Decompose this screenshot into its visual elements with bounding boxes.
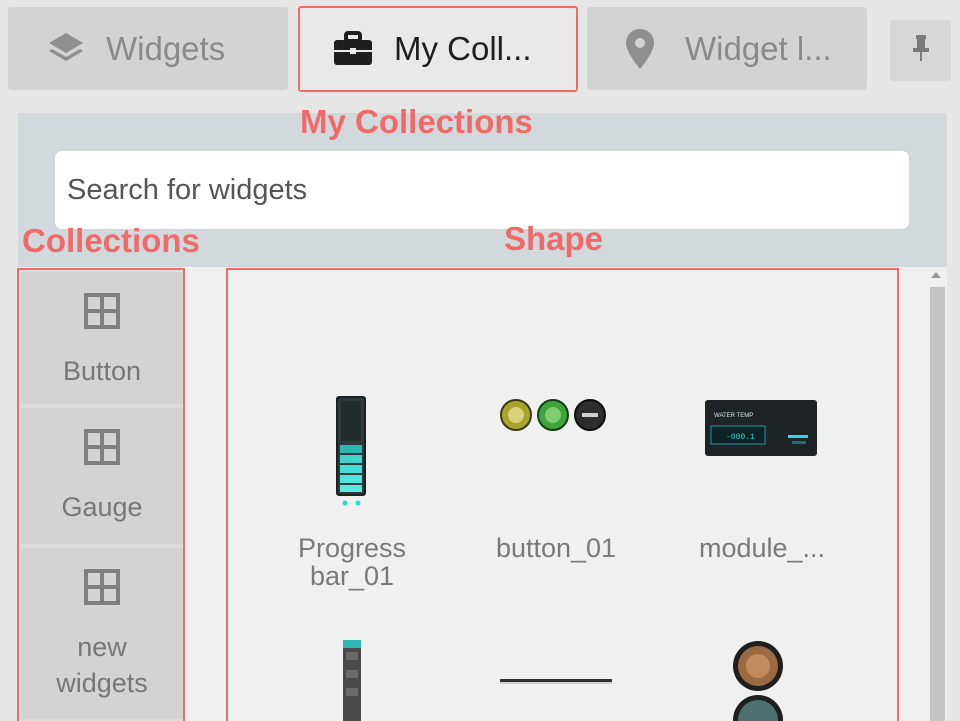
annotation-shape: Shape [504, 220, 604, 257]
collection-gauge[interactable]: Gauge [21, 408, 183, 544]
collection-button[interactable]: Button [21, 272, 183, 404]
slider-thumbnail [343, 640, 361, 721]
widget-label: Progress bar_01 [297, 533, 407, 591]
widget-line[interactable] [498, 665, 618, 685]
collection-label: new widgets [56, 632, 148, 698]
tab-my-collections-label: My Coll... [394, 30, 532, 67]
scrollbar-thumb[interactable] [930, 287, 945, 721]
collection-label: Gauge [61, 492, 143, 522]
collection-label: Button [62, 356, 142, 386]
pin-button[interactable] [890, 20, 951, 81]
progress-bar-thumbnail [336, 396, 366, 506]
module-screen-title: WATER TEMP [714, 413, 753, 419]
widget-slider[interactable] [332, 640, 372, 721]
briefcase-icon [332, 30, 374, 68]
knob-thumbnail [733, 641, 783, 721]
tab-widgets-label: Widgets [106, 29, 226, 67]
module-thumbnail: WATER TEMP -000.1 [705, 400, 817, 456]
widget-progress-bar[interactable]: Progress bar_01 [250, 395, 450, 595]
grid-icon [83, 568, 121, 611]
collection-new-widgets[interactable]: new widgets [21, 548, 183, 719]
tab-widget-location-label: Widget l... [685, 29, 832, 67]
shape-grid: Progress bar_01 button_01 WATER TEMP -00… [226, 268, 899, 721]
search-input[interactable] [54, 150, 910, 230]
widget-module[interactable]: WATER TEMP -000.1 module_... [662, 395, 862, 595]
map-pin-icon [625, 28, 655, 70]
tab-widgets[interactable]: Widgets [8, 7, 288, 90]
widget-knob[interactable] [730, 640, 790, 721]
annotation-my-collections: My Collections [300, 103, 533, 140]
module-screen-value: -000.1 [726, 433, 755, 442]
tab-my-collections[interactable]: My Coll... [298, 6, 578, 92]
grid-icon [83, 428, 121, 471]
widget-library: Widgets My Coll... Widget l... My Collec… [0, 0, 960, 721]
widget-button[interactable]: button_01 [456, 395, 656, 595]
collections-list: Button Gauge new widgets [17, 268, 185, 721]
grid-icon [83, 292, 121, 335]
widget-label: button_01 [495, 533, 617, 563]
annotation-collections: Collections [22, 222, 200, 259]
pin-icon [911, 33, 931, 68]
scroll-up-arrow[interactable] [931, 272, 941, 278]
line-thumbnail [500, 679, 612, 684]
widget-label: module_... [698, 533, 826, 563]
layers-icon [46, 29, 86, 69]
tab-widget-location[interactable]: Widget l... [587, 7, 867, 90]
button-thumbnail [500, 399, 606, 431]
